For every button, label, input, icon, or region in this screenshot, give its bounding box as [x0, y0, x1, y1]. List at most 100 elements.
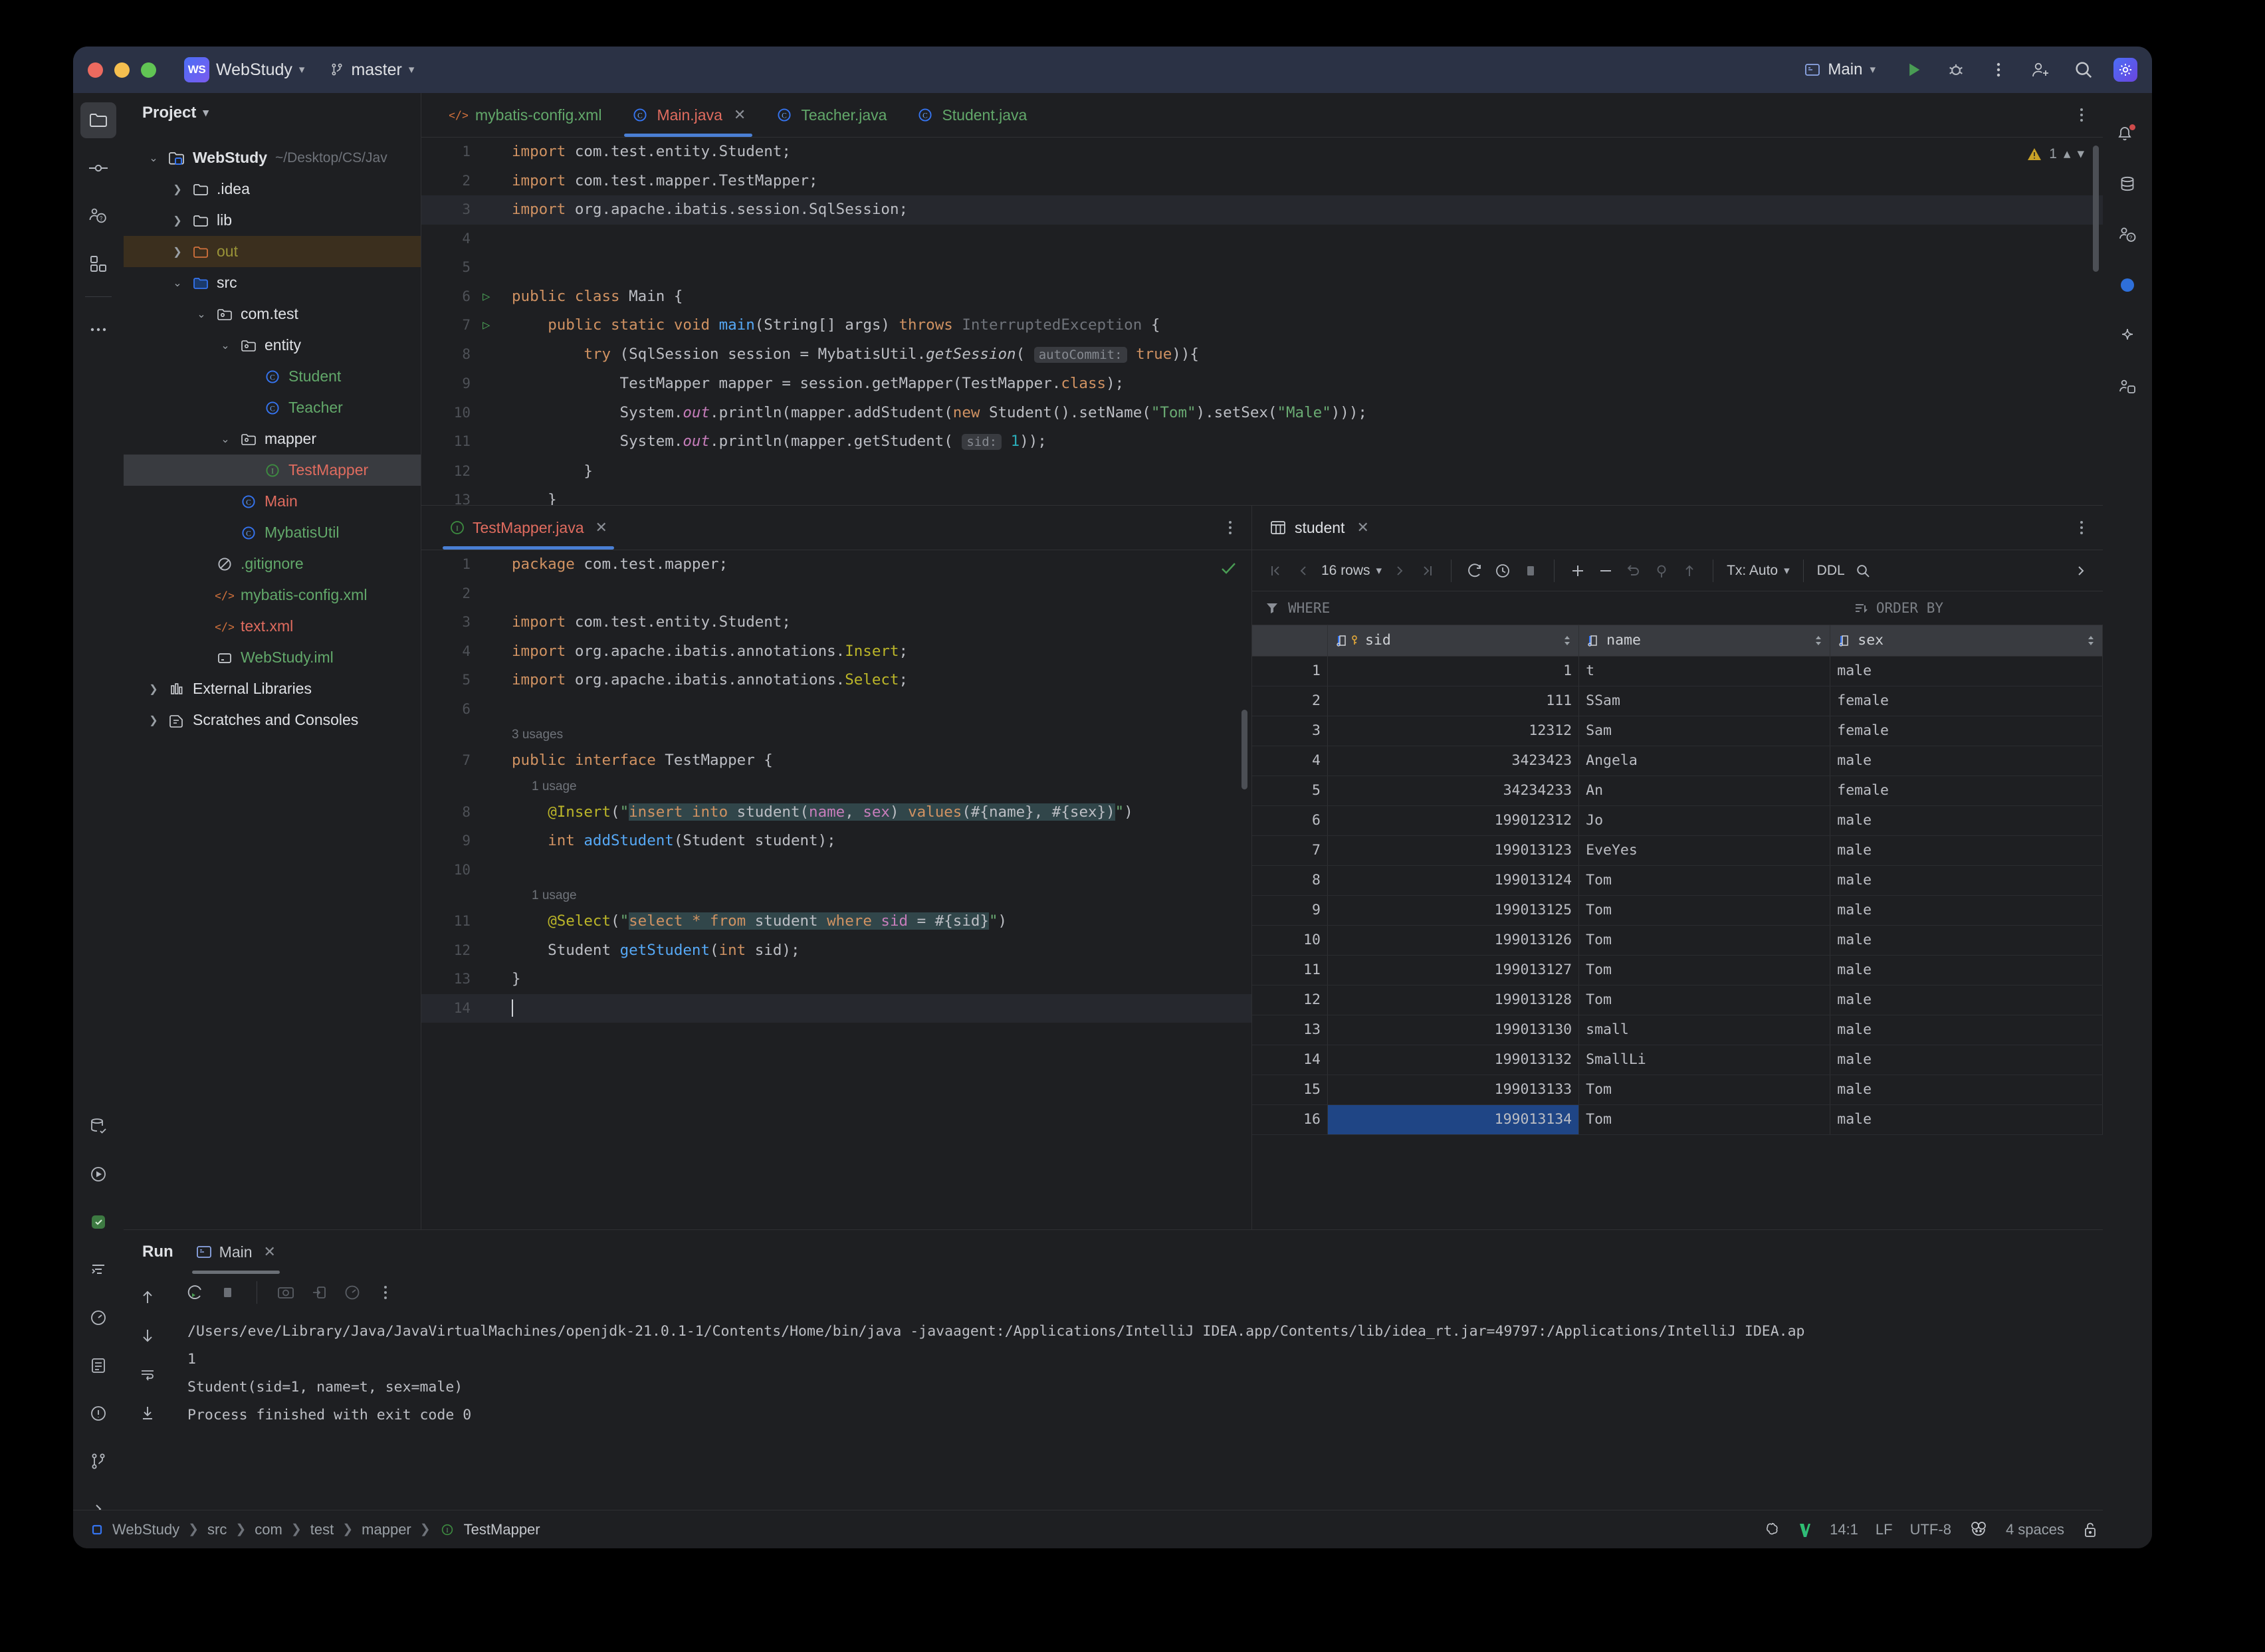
- cell-sid[interactable]: 199013125: [1327, 895, 1578, 925]
- close-tab-icon[interactable]: ✕: [1356, 519, 1368, 536]
- git-branch-selector[interactable]: master ▾: [322, 56, 422, 84]
- cell-sid[interactable]: 199013127: [1327, 955, 1578, 985]
- unlock-icon[interactable]: [2082, 1520, 2099, 1539]
- previous-page-icon[interactable]: [1289, 557, 1317, 585]
- revert-changes-icon[interactable]: [1620, 557, 1648, 585]
- tree-item-webstudy-iml[interactable]: WebStudy.iml: [124, 642, 421, 673]
- cell-sid[interactable]: 1: [1327, 656, 1578, 686]
- tree-item-scratches-and-consoles[interactable]: ❯ Scratches and Consoles: [124, 704, 421, 736]
- chevron-down-icon[interactable]: ⌄: [190, 308, 213, 321]
- ai-assistant-sparkle-icon[interactable]: [2109, 318, 2145, 354]
- structure-tool-window-button[interactable]: [80, 246, 116, 282]
- scroll-to-end-icon[interactable]: [134, 1399, 162, 1427]
- sort-toggle-icon[interactable]: [1814, 634, 1823, 647]
- console-output-area[interactable]: /Users/eve/Library/Java/JavaVirtualMachi…: [171, 1274, 2103, 1548]
- todo-tool-window-button[interactable]: [80, 1348, 116, 1384]
- table-row[interactable]: 11199013127Tommale: [1252, 955, 2103, 985]
- tab-testmapper-java[interactable]: I TestMapper.java ✕: [435, 506, 622, 550]
- ai-assistant-tool-window-button[interactable]: ?: [80, 198, 116, 234]
- breadcrumb[interactable]: WebStudy❯src❯com❯test❯mapper❯ ITestMappe…: [90, 1521, 540, 1538]
- cell-sex[interactable]: male: [1830, 656, 2103, 686]
- run-gutter-icon[interactable]: ▷: [483, 282, 501, 312]
- table-row[interactable]: 7199013123EveYesmale: [1252, 835, 2103, 865]
- table-row[interactable]: 9199013125Tommale: [1252, 895, 2103, 925]
- sort-toggle-icon[interactable]: [1563, 634, 1572, 647]
- table-row[interactable]: 13199013130smallmale: [1252, 1015, 2103, 1045]
- chevron-right-icon[interactable]: ❯: [166, 214, 189, 227]
- chevron-down-icon[interactable]: ⌄: [166, 276, 189, 290]
- database-tool-window-button[interactable]: [80, 1108, 116, 1144]
- tree-item-text-xml[interactable]: </>text.xml: [124, 611, 421, 642]
- add-row-icon[interactable]: [1564, 557, 1592, 585]
- scroll-up-icon[interactable]: [134, 1283, 162, 1311]
- cell-sid[interactable]: 199013132: [1327, 1045, 1578, 1075]
- table-row[interactable]: 8199013124Tommale: [1252, 865, 2103, 895]
- reload-page-icon[interactable]: [1461, 557, 1489, 585]
- cell-sex[interactable]: female: [1830, 686, 2103, 716]
- search-everywhere-icon[interactable]: [2071, 57, 2096, 82]
- cell-name[interactable]: SmallLi: [1579, 1045, 1830, 1075]
- table-row[interactable]: 10199013126Tommale: [1252, 925, 2103, 955]
- inspection-widget[interactable]: 1 ▴ ▾: [2026, 146, 2084, 162]
- submit-changes-icon[interactable]: [1675, 557, 1703, 585]
- vim-mode-icon[interactable]: [1798, 1520, 1812, 1539]
- caret-position[interactable]: 14:1: [1830, 1521, 1858, 1538]
- run-configuration-selector[interactable]: Main ▾: [1796, 57, 1884, 82]
- tab-student-table[interactable]: student ✕: [1269, 519, 1369, 537]
- terminal-tool-window-button[interactable]: [80, 1252, 116, 1288]
- breadcrumb-item[interactable]: WebStudy: [112, 1521, 179, 1538]
- cell-name[interactable]: SSam: [1579, 686, 1830, 716]
- run-panel-side-toolbar[interactable]: [124, 1274, 171, 1548]
- close-tab-icon[interactable]: ✕: [734, 106, 746, 124]
- window-controls[interactable]: [88, 62, 156, 78]
- run-tool-window-button[interactable]: [80, 1156, 116, 1192]
- database-options-kebab-icon[interactable]: [2079, 518, 2084, 537]
- cell-sex[interactable]: male: [1830, 1075, 2103, 1104]
- tree-item-student[interactable]: CStudent: [124, 361, 421, 392]
- cell-name[interactable]: Tom: [1579, 895, 1830, 925]
- table-row[interactable]: 15199013133Tommale: [1252, 1075, 2103, 1104]
- cell-name[interactable]: Angela: [1579, 746, 1830, 775]
- last-page-icon[interactable]: [1414, 557, 1442, 585]
- tree-item-teacher[interactable]: CTeacher: [124, 392, 421, 423]
- stop-process-icon[interactable]: [214, 1279, 242, 1306]
- tree-item-gitignore[interactable]: .gitignore: [124, 548, 421, 579]
- chatgpt-icon[interactable]: [1763, 1521, 1780, 1538]
- chevron-right-icon[interactable]: ❯: [142, 682, 165, 696]
- more-tool-windows-icon[interactable]: [80, 312, 116, 348]
- tree-item-mapper[interactable]: ⌄ mapper: [124, 423, 421, 455]
- cell-sid[interactable]: 199013123: [1327, 835, 1578, 865]
- table-row[interactable]: 6199012312Jomale: [1252, 805, 2103, 835]
- cell-sid[interactable]: 199013124: [1327, 865, 1578, 895]
- secondary-editor-scrollbar-thumb[interactable]: [1241, 710, 1247, 789]
- table-row[interactable]: 43423423Angelamale: [1252, 746, 2103, 775]
- run-panel-tab-bar[interactable]: Run Main ✕: [124, 1230, 2103, 1274]
- settings-gear-icon[interactable]: [2113, 58, 2137, 82]
- chevron-down-icon[interactable]: ⌄: [142, 152, 165, 165]
- cell-sid[interactable]: 3423423: [1327, 746, 1578, 775]
- cell-name[interactable]: small: [1579, 1015, 1830, 1045]
- stop-query-icon[interactable]: [1517, 557, 1545, 585]
- run-gutter-icon[interactable]: ▷: [483, 311, 501, 340]
- cell-sex[interactable]: male: [1830, 835, 2103, 865]
- tree-item-external-libraries[interactable]: ❯ External Libraries: [124, 673, 421, 704]
- problems-tool-window-button[interactable]: [80, 1395, 116, 1431]
- tree-item-src[interactable]: ⌄src: [124, 267, 421, 298]
- chevron-down-icon[interactable]: ▾: [1784, 564, 1790, 577]
- ide-mascot-icon[interactable]: [1969, 1520, 1989, 1539]
- usage-hint[interactable]: 3 usages: [501, 724, 563, 746]
- delete-row-icon[interactable]: [1592, 557, 1620, 585]
- run-button[interactable]: [1901, 57, 1926, 82]
- tree-item-idea[interactable]: ❯.idea: [124, 173, 421, 205]
- expand-toolbar-icon[interactable]: [2067, 557, 2095, 585]
- cell-sid[interactable]: 199013126: [1327, 925, 1578, 955]
- first-page-icon[interactable]: [1261, 557, 1289, 585]
- ai-chat-right-tool-icon[interactable]: ?: [2109, 217, 2145, 253]
- cell-sid[interactable]: 199013133: [1327, 1075, 1578, 1104]
- console-toolbar[interactable]: [171, 1274, 2103, 1311]
- close-tab-icon[interactable]: ✕: [595, 519, 607, 536]
- more-options-kebab-icon[interactable]: [1986, 57, 2011, 82]
- notifications-bell-icon[interactable]: [2109, 116, 2145, 152]
- indent-setting[interactable]: 4 spaces: [2006, 1521, 2064, 1538]
- cell-sid[interactable]: 199012312: [1327, 805, 1578, 835]
